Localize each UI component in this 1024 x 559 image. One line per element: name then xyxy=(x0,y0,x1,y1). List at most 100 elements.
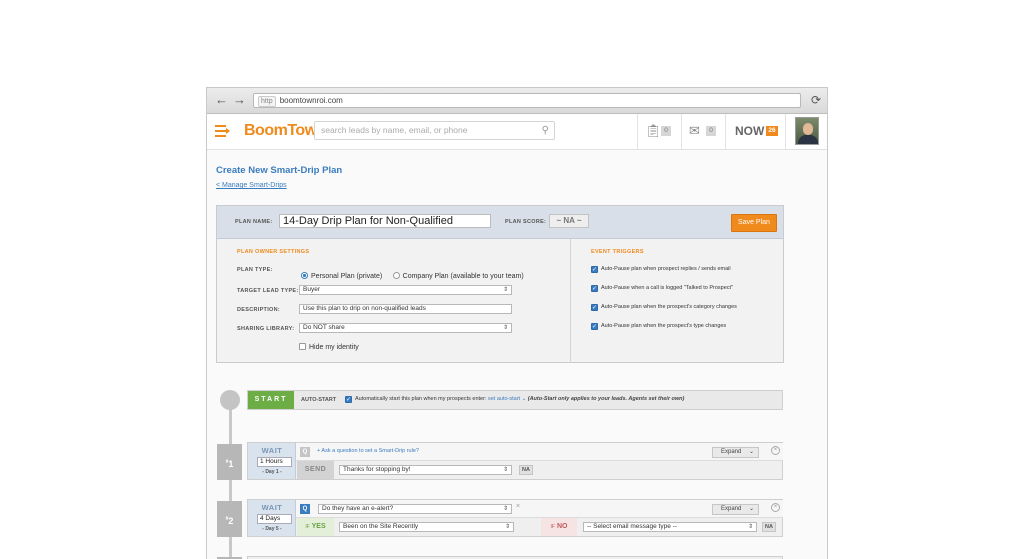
checkbox-icon xyxy=(299,343,306,350)
target-lead-label: TARGET LEAD TYPE: xyxy=(237,288,299,294)
divider xyxy=(785,114,786,149)
select-arrows-icon: ⇕ xyxy=(502,287,508,293)
protocol-badge: http xyxy=(258,96,276,107)
question-icon[interactable]: Q xyxy=(300,504,310,514)
hide-identity-checkbox[interactable]: Hide my identity xyxy=(299,343,359,351)
chevron-down-icon: ⌄ xyxy=(748,506,754,512)
checkbox-checked-icon: ✓ xyxy=(591,285,598,292)
lead-search-input[interactable]: search leads by name, email, or phone ⚲ xyxy=(314,121,555,140)
start-row: START AUTO-START ✓ Automatically start th… xyxy=(247,390,783,410)
wait-box: WAIT 1 Hours - Day 1 - xyxy=(248,443,296,479)
plan-score-label: PLAN SCORE: xyxy=(505,219,547,225)
question-icon[interactable]: Q xyxy=(300,447,310,457)
expand-button[interactable]: Expand ⌄ xyxy=(712,504,759,515)
remove-question-icon[interactable]: × xyxy=(516,503,520,510)
expand-button[interactable]: Expand ⌄ xyxy=(712,447,759,458)
search-icon[interactable]: ⚲ xyxy=(542,122,549,139)
ask-question-link[interactable]: + Ask a question to set a Smart-Drip rul… xyxy=(317,448,419,454)
select-arrows-icon: ⇕ xyxy=(502,506,508,512)
save-plan-button[interactable]: Save Plan xyxy=(731,214,777,232)
plan-name-input[interactable]: 14-Day Drip Plan for Non-Qualified xyxy=(279,214,491,228)
page-title: Create New Smart-Drip Plan xyxy=(216,165,343,176)
auto-start-note: (Auto-Start only applies to your leads. … xyxy=(527,396,685,402)
description-input[interactable]: Use this plan to drip on non-qualified l… xyxy=(299,304,512,314)
target-lead-select[interactable]: Buyer ⇕ xyxy=(299,285,512,295)
yes-template-select[interactable]: Been on the Site Recently ⇕ xyxy=(339,522,514,532)
owner-settings-title: PLAN OWNER SETTINGS xyxy=(237,249,310,255)
na-badge: NA xyxy=(519,465,533,475)
divider xyxy=(681,114,682,149)
plan-name-label: PLAN NAME: xyxy=(235,219,273,225)
na-badge: NA xyxy=(762,522,776,532)
radio-label: Personal Plan (private) xyxy=(311,273,383,280)
envelope-icon[interactable]: ✉ xyxy=(689,123,700,139)
plan-name-bar: PLAN NAME: 14-Day Drip Plan for Non-Qual… xyxy=(217,206,783,239)
start-label: START xyxy=(248,391,294,409)
checkbox-checked-icon: ✓ xyxy=(591,304,598,311)
radio-unselected-icon xyxy=(392,272,400,279)
checkbox-checked-icon: ✓ xyxy=(591,323,598,330)
plan-score-value: ~ NA ~ xyxy=(549,214,589,228)
divider xyxy=(637,114,638,149)
close-icon[interactable]: × xyxy=(771,503,780,512)
select-arrows-icon: ⇕ xyxy=(504,524,510,530)
sharing-library-label: SHARING LIBRARY: xyxy=(237,326,295,332)
forward-arrow-icon[interactable]: → xyxy=(233,93,246,107)
messages-count-badge: 0 xyxy=(706,126,716,136)
wait-label: WAIT xyxy=(261,503,283,512)
select-arrows-icon: ⇕ xyxy=(502,467,508,473)
question-select[interactable]: Do they have an e-alert? ⇕ xyxy=(318,504,512,514)
chevron-down-icon: ⌄ xyxy=(748,449,754,455)
plan-type-company-radio[interactable]: Company Plan (available to your team) xyxy=(392,272,524,280)
manage-smart-drips-link[interactable]: < Manage Smart-Drips xyxy=(216,182,287,189)
reload-icon[interactable]: ⟳ xyxy=(811,93,821,107)
now-count-badge: 26 xyxy=(766,126,778,136)
plan-type-options: Personal Plan (private) Company Plan (av… xyxy=(301,265,524,283)
step-number-badge: #1 xyxy=(217,444,242,480)
search-placeholder: search leads by name, email, or phone xyxy=(321,125,468,135)
trigger-label: Auto-Pause when a call is logged "Talked… xyxy=(601,285,734,291)
wait-day-label: - Day 1 - xyxy=(262,469,282,475)
now-label[interactable]: NOW xyxy=(735,123,764,139)
wait-box: WAIT 4 Days - Day 5 - xyxy=(248,500,296,536)
trigger-checkbox[interactable]: ✓ Auto-Pause plan when the prospect's cat… xyxy=(591,304,737,311)
back-arrow-icon[interactable]: ← xyxy=(215,93,228,107)
user-avatar[interactable] xyxy=(795,117,819,145)
wait-duration-input[interactable]: 4 Days xyxy=(257,514,292,524)
select-value: -- Select email message type -- xyxy=(587,523,677,530)
no-branch-label: IF NO xyxy=(541,518,577,536)
select-value: Do NOT share xyxy=(303,324,345,331)
auto-start-label: AUTO-START xyxy=(301,397,337,403)
description-label: DESCRIPTION: xyxy=(237,307,281,313)
sharing-library-select[interactable]: Do NOT share ⇕ xyxy=(299,323,512,333)
browser-window: ← → http boomtownroi.com ⟳ BoomTown! sear… xyxy=(206,87,828,559)
no-template-select[interactable]: -- Select email message type -- ⇕ xyxy=(583,522,757,532)
set-auto-start-link[interactable]: set auto-start ⌄ xyxy=(488,396,526,402)
wait-label: WAIT xyxy=(261,446,283,455)
address-bar[interactable]: http boomtownroi.com xyxy=(253,93,801,108)
auto-start-checkbox[interactable]: ✓ xyxy=(345,396,352,403)
email-template-select[interactable]: Thanks for stopping by! ⇕ xyxy=(339,465,512,475)
select-arrows-icon: ⇕ xyxy=(747,524,753,530)
close-icon[interactable]: × xyxy=(771,446,780,455)
checkbox-checked-icon: ✓ xyxy=(591,266,598,273)
section-divider xyxy=(570,239,571,363)
drip-step: WAIT 1 Hours - Day 1 - Q + Ask a questio… xyxy=(247,442,783,480)
trigger-checkbox[interactable]: ✓ Auto-Pause when a call is logged "Talke… xyxy=(591,285,733,292)
divider xyxy=(725,114,726,149)
yes-branch-label: IF YES xyxy=(297,518,334,536)
wait-day-label: - Day 5 - xyxy=(262,526,282,532)
timeline-start-dot xyxy=(220,390,240,410)
tasks-clipboard-icon[interactable]: 📋︎ xyxy=(645,123,662,139)
menu-icon[interactable] xyxy=(215,125,230,137)
plan-type-personal-radio[interactable]: Personal Plan (private) xyxy=(301,272,383,280)
radio-label: Company Plan (available to your team) xyxy=(402,273,524,280)
wait-duration-input[interactable]: 1 Hours xyxy=(257,457,292,467)
select-value: Buyer xyxy=(303,286,320,293)
select-value: Do they have an e-alert? xyxy=(322,505,394,512)
select-arrows-icon: ⇕ xyxy=(502,325,508,331)
trigger-checkbox[interactable]: ✓ Auto-Pause plan when prospect replies /… xyxy=(591,266,731,273)
checkbox-label: Hide my identity xyxy=(309,344,359,351)
trigger-checkbox[interactable]: ✓ Auto-Pause plan when the prospect's typ… xyxy=(591,323,726,330)
select-value: Been on the Site Recently xyxy=(343,523,419,530)
